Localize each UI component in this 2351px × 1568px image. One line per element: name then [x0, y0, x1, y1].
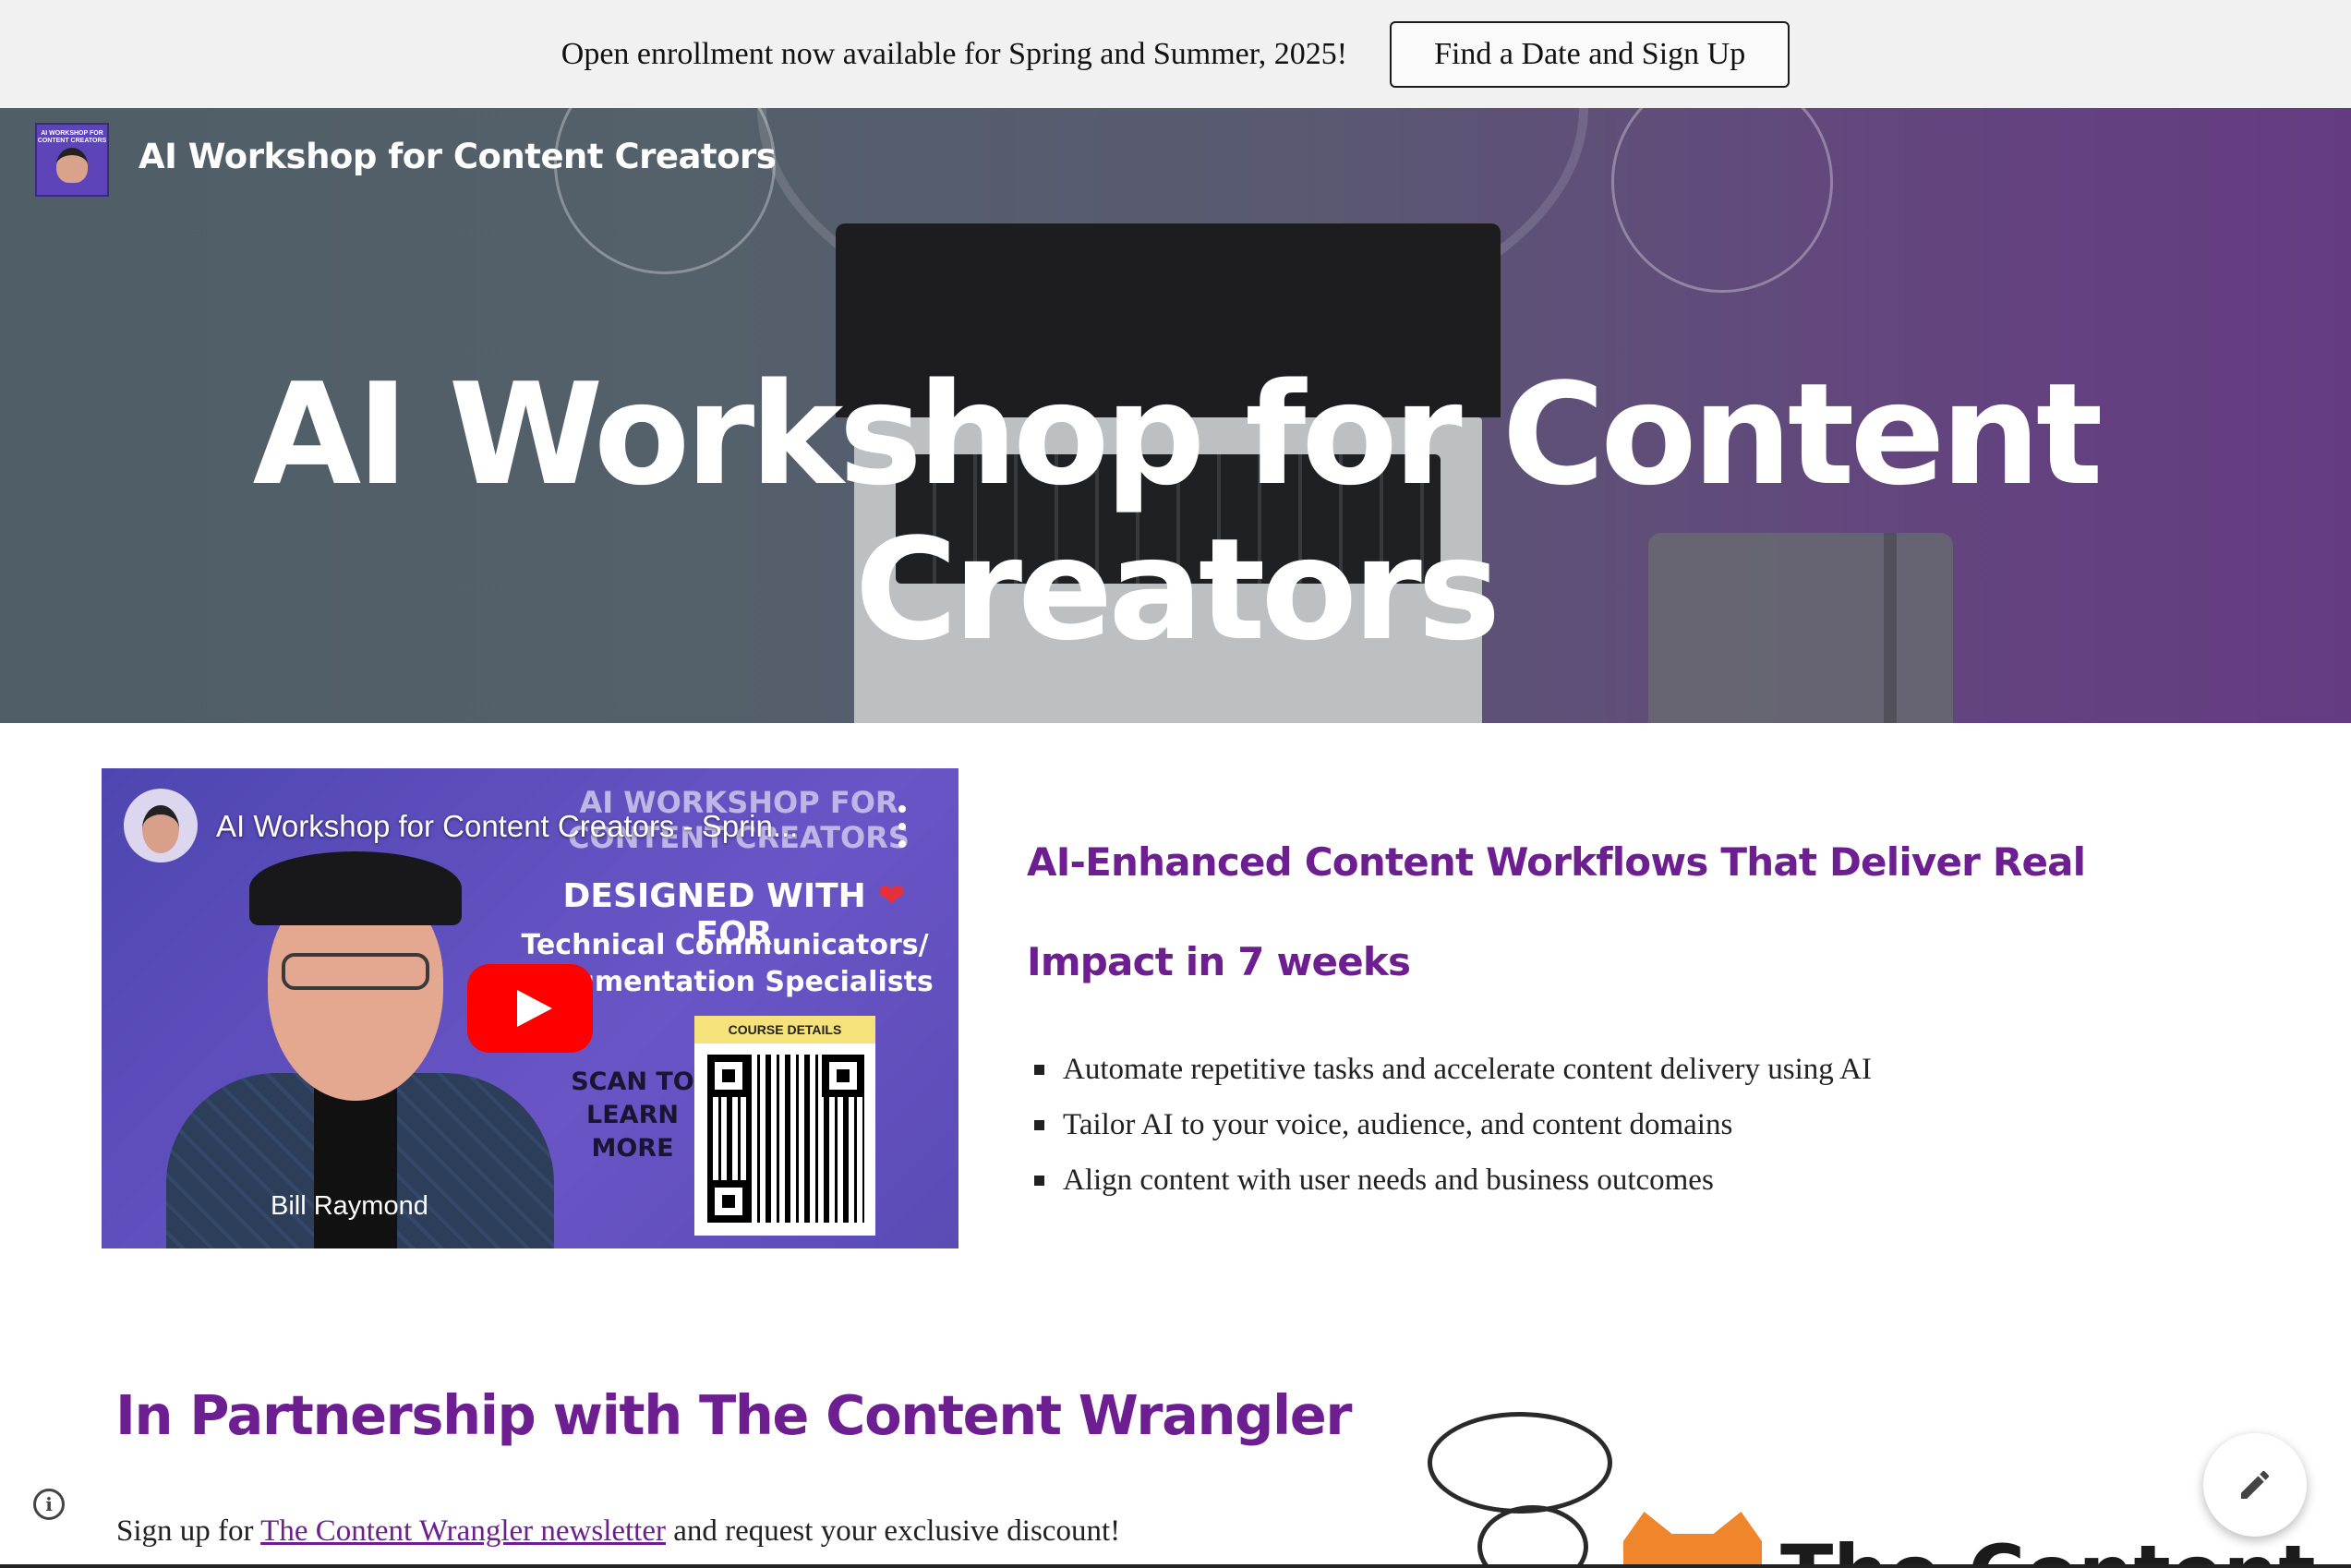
site-title[interactable]: AI Workshop for Content Creators [139, 137, 777, 176]
features-list: Automate repetitive tasks and accelerate… [1034, 1042, 1872, 1208]
play-icon[interactable] [467, 964, 593, 1053]
video-title[interactable]: AI Workshop for Content Creators - Sprin… [216, 809, 798, 844]
heart-icon: ❤ [877, 877, 906, 915]
logo-portrait [56, 148, 88, 184]
page-bottom-edge [0, 1564, 2351, 1568]
qr-finder-tr [822, 1055, 864, 1097]
partnership-heading: In Partnership with The Content Wrangler [115, 1383, 1353, 1447]
info-glyph: i [45, 1493, 53, 1515]
qr-finder-tl [707, 1055, 750, 1097]
partnership-text-suffix: and request your exclusive discount! [666, 1514, 1121, 1548]
logo-wordmark: The Content [1780, 1528, 2316, 1568]
cat-icon [1623, 1512, 1762, 1568]
designed-with-text: DESIGNED WITH [562, 877, 866, 915]
list-item: Tailor AI to your voice, audience, and c… [1034, 1097, 1872, 1152]
site-logo[interactable]: AI WORKSHOP FOR CONTENT CREATORS [35, 123, 109, 197]
partnership-text-prefix: Sign up for [116, 1514, 261, 1548]
hero-title-line-1: AI Workshop for Content [252, 353, 2104, 516]
hero-title: AI Workshop for Content Creators [0, 357, 2351, 668]
lasso-loop [1477, 1505, 1588, 1568]
audience-line-1: Technical Communicators/ [521, 929, 929, 961]
announcement-text: Open enrollment now available for Spring… [561, 36, 1348, 71]
newsletter-link[interactable]: The Content Wrangler newsletter [260, 1514, 666, 1548]
qr-finder-bl [707, 1180, 750, 1223]
presenter-name: Bill Raymond [271, 1191, 428, 1221]
more-options-icon[interactable] [888, 805, 916, 848]
info-icon[interactable]: i [33, 1489, 65, 1520]
features-heading: AI-Enhanced Content Workflows That Deliv… [1027, 839, 2086, 984]
edit-button[interactable] [2203, 1433, 2307, 1537]
pencil-icon [2241, 1470, 2270, 1499]
list-item: Align content with user needs and busine… [1034, 1152, 1872, 1208]
qr-label: COURSE DETAILS [694, 1016, 875, 1043]
partnership-text: Sign up for The Content Wrangler newslet… [116, 1514, 1120, 1549]
site-logo-text: AI WORKSHOP FOR CONTENT CREATORS [37, 130, 107, 144]
sign-up-button[interactable]: Find a Date and Sign Up [1390, 20, 1790, 88]
announcement-bar: Open enrollment now available for Spring… [0, 0, 2351, 108]
lasso-icon [1428, 1412, 1612, 1514]
hero-title-line-2: Creators [854, 508, 1501, 671]
channel-avatar[interactable] [124, 789, 198, 862]
qr-code-card: COURSE DETAILS [694, 1016, 875, 1236]
list-item: Automate repetitive tasks and accelerate… [1034, 1042, 1872, 1097]
youtube-video-embed[interactable]: AI WORKSHOP FOR CONTENT CREATORS DESIGNE… [102, 768, 958, 1248]
hero-banner: AI Workshop for Content Creators [0, 108, 2351, 723]
